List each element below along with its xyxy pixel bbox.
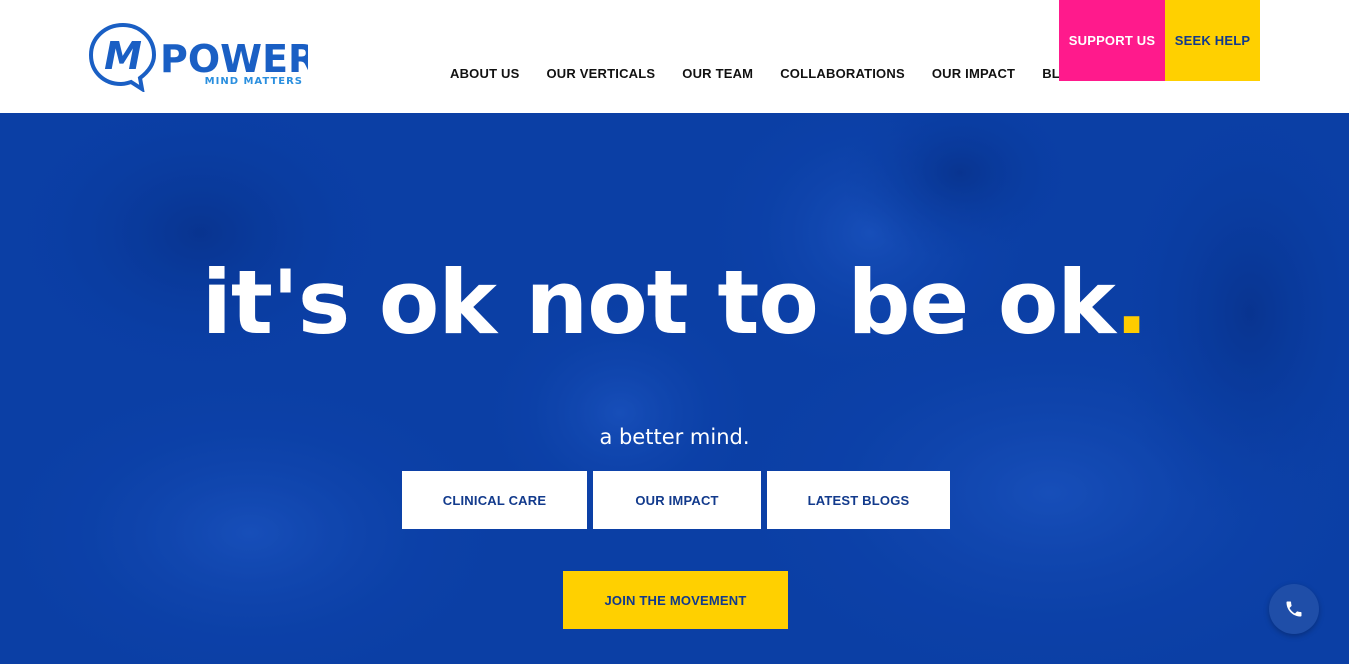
clinical-care-button[interactable]: CLINICAL CARE xyxy=(402,471,587,529)
site-header: M POWER MIND MATTERS ABOUT US OUR VERTIC… xyxy=(0,0,1349,113)
latest-blogs-button[interactable]: LATEST BLOGS xyxy=(767,471,950,529)
our-impact-button[interactable]: OUR IMPACT xyxy=(593,471,761,529)
hero-title-text: it's ok not to be ok xyxy=(201,251,1116,354)
nav-item-our-impact[interactable]: OUR IMPACT xyxy=(932,66,1015,81)
hero-button-row: CLINICAL CARE OUR IMPACT LATEST BLOGS xyxy=(402,471,950,529)
seek-help-button[interactable]: SEEK HELP xyxy=(1165,0,1260,81)
hero-title: it's ok not to be ok. xyxy=(0,253,1349,353)
nav-item-our-team[interactable]: OUR TEAM xyxy=(682,66,753,81)
nav-item-about-us[interactable]: ABOUT US xyxy=(450,66,520,81)
main-nav: ABOUT US OUR VERTICALS OUR TEAM COLLABOR… xyxy=(450,66,1081,81)
join-the-movement-button[interactable]: JOIN THE MOVEMENT xyxy=(563,571,788,629)
site-logo[interactable]: M POWER MIND MATTERS xyxy=(88,22,317,94)
hero-subtitle: a better mind. xyxy=(599,425,750,449)
logo-mark: M POWER MIND MATTERS xyxy=(88,22,317,94)
call-button[interactable] xyxy=(1269,584,1319,634)
support-us-button[interactable]: SUPPORT US xyxy=(1059,0,1165,81)
phone-icon xyxy=(1286,601,1302,617)
hero-title-dot: . xyxy=(1114,251,1148,354)
logo-tagline: MIND MATTERS xyxy=(205,76,303,87)
nav-item-our-verticals[interactable]: OUR VERTICALS xyxy=(547,66,656,81)
logo-brand-text: POWER xyxy=(160,37,308,81)
nav-item-collaborations[interactable]: COLLABORATIONS xyxy=(780,66,905,81)
hero-section: it's ok not to be ok. a better mind. CLI… xyxy=(0,113,1349,664)
logo-m-letter: M xyxy=(104,34,142,78)
